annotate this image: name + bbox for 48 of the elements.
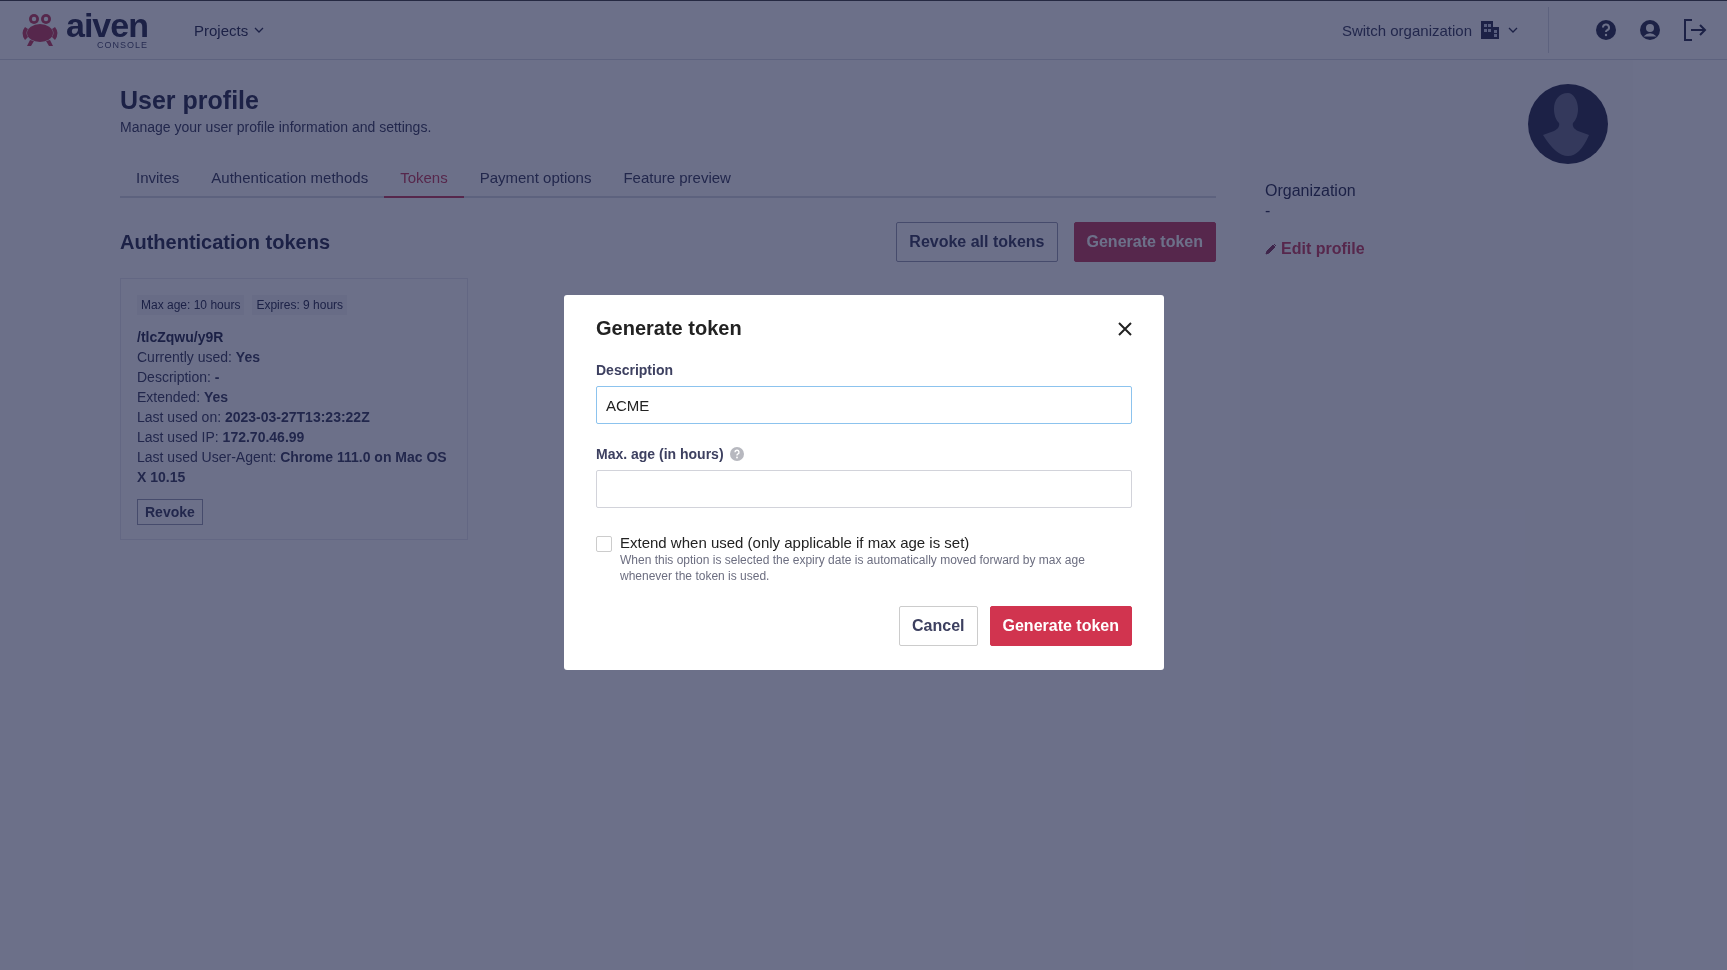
field-label: Max. age (in hours) <box>596 446 724 462</box>
building-icon <box>1480 20 1500 40</box>
caret-icon <box>254 27 265 33</box>
tab[interactable]: Payment options <box>463 169 608 198</box>
tab[interactable]: Tokens <box>384 169 464 198</box>
revoke-all-button[interactable]: Revoke all tokens <box>896 222 1058 262</box>
text-field[interactable] <box>596 470 1132 508</box>
revoke-button[interactable]: Revoke <box>137 499 203 525</box>
token-detail: Last used on: 2023-03-27T13:23:22Z <box>137 408 371 427</box>
page-subtitle: Manage your user profile information and settings. <box>120 119 433 135</box>
token-detail: Extended: Yes <box>137 388 230 407</box>
switch-organization-menu[interactable]: Switch organization <box>1341 20 1518 40</box>
token-tag: Max age: 10 hours <box>137 295 245 315</box>
section-title: Authentication tokens <box>120 230 330 254</box>
close-icon[interactable] <box>1118 321 1132 336</box>
tab[interactable]: Authentication methods <box>195 169 385 198</box>
generate-token-button[interactable]: Generate token <box>1073 222 1216 262</box>
pencil-icon <box>1265 243 1277 255</box>
token-detail: Last used User-Agent: Chrome 111.0 on Mac OS X 10.15 <box>137 448 448 487</box>
caret-icon <box>1508 27 1518 33</box>
tab[interactable]: Invites <box>120 169 196 198</box>
generate-token-button[interactable]: Generate token <box>989 606 1132 646</box>
dialog-title: Generate token <box>596 317 742 340</box>
logout-icon[interactable] <box>1683 19 1707 41</box>
avatar-icon <box>1528 84 1608 164</box>
projects-menu[interactable]: Projects <box>193 21 265 39</box>
crab-logo-icon <box>20 13 60 47</box>
logo-wordmark: aiven <box>66 10 148 40</box>
organization-label: Organization <box>1265 182 1357 200</box>
user-icon[interactable] <box>1639 19 1661 41</box>
text-field[interactable]: ACME <box>596 386 1132 424</box>
edit-profile-link[interactable]: Edit profile <box>1265 240 1365 258</box>
organization-value: - <box>1265 202 1272 220</box>
tab[interactable]: Feature preview <box>607 169 747 198</box>
token-detail: Currently used: Yes <box>137 348 261 367</box>
help-icon[interactable] <box>1595 19 1617 41</box>
token-detail: Last used IP: 172.70.46.99 <box>137 428 306 447</box>
checkbox[interactable] <box>596 536 612 552</box>
logo-subtitle: CONSOLE <box>96 40 148 50</box>
page-title: User profile <box>120 86 260 115</box>
checkbox-label: Extend when used (only applicable if max age is set) <box>620 534 971 551</box>
cancel-button[interactable]: Cancel <box>899 606 978 646</box>
help-icon <box>729 447 744 461</box>
token-tag: Expires: 9 hours <box>252 295 348 315</box>
field-label: Description <box>596 362 673 378</box>
token-name: /tlcZqwu/y9R <box>137 328 225 347</box>
token-detail: Description: - <box>137 368 221 387</box>
checkbox-hint: When this option is selected the expiry date is automatically moved forward by max age whenever the token is used. <box>620 552 1086 584</box>
